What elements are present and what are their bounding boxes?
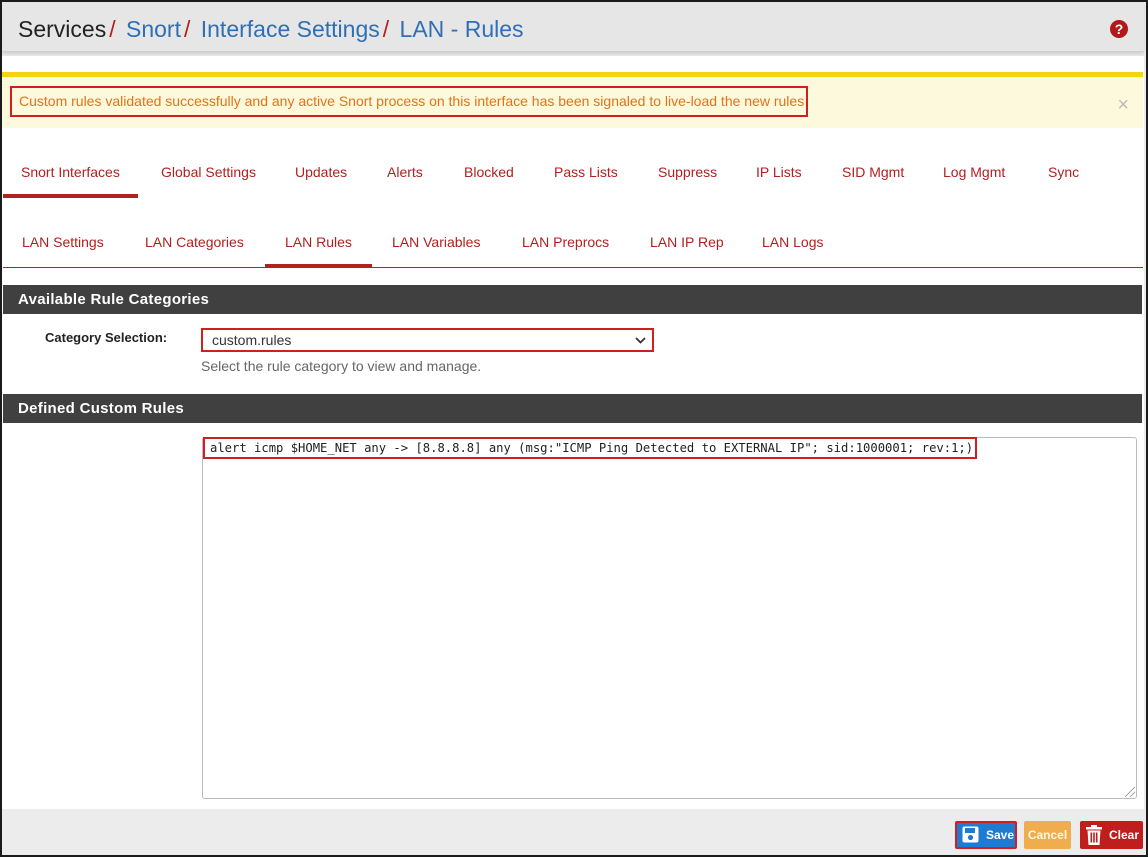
breadcrumb-interface-settings[interactable]: Interface Settings [201, 16, 380, 42]
breadcrumb: Services / Snort / Interface Settings / LAN… [18, 15, 524, 43]
breadcrumb-snort[interactable]: Snort [126, 16, 181, 42]
tab-lan-preprocs[interactable]: LAN Preprocs [504, 220, 627, 268]
tab-lan-categories[interactable]: LAN Categories [127, 220, 262, 268]
tab-lan-rules[interactable]: LAN Rules [265, 220, 372, 268]
trash-icon [1085, 825, 1103, 855]
secondary-tabs: LAN Settings LAN Categories LAN Rules LA… [3, 220, 1143, 268]
tab-ip-lists[interactable]: IP Lists [738, 150, 820, 198]
tab-alerts[interactable]: Alerts [369, 150, 441, 198]
tab-lan-variables[interactable]: LAN Variables [374, 220, 498, 268]
clear-button[interactable]: Clear [1080, 821, 1143, 849]
question-circle-icon[interactable]: ? [1110, 20, 1128, 38]
tab-sync[interactable]: Sync [1030, 150, 1097, 198]
textarea-resize-handle[interactable] [1125, 787, 1135, 797]
tab-lan-ip-rep[interactable]: LAN IP Rep [632, 220, 742, 268]
save-icon [962, 826, 979, 851]
categories-panel-title: Available Rule Categories [3, 285, 1142, 314]
category-selection-label: Category Selection: [45, 330, 168, 345]
tab-lan-logs[interactable]: LAN Logs [744, 220, 841, 268]
tab-lan-settings[interactable]: LAN Settings [4, 220, 122, 268]
breadcrumb-services: Services [18, 16, 107, 42]
category-help-text: Select the rule category to view and man… [201, 358, 482, 374]
cancel-button[interactable]: Cancel [1024, 821, 1071, 849]
tab-suppress[interactable]: Suppress [640, 150, 735, 198]
tab-snort-interfaces[interactable]: Snort Interfaces [3, 150, 138, 198]
primary-tabs: Snort Interfaces Global Settings Updates… [3, 150, 1143, 198]
tab-pass-lists[interactable]: Pass Lists [536, 150, 636, 198]
clear-label: Clear [1109, 828, 1140, 842]
close-icon[interactable]: × [1117, 95, 1129, 115]
tab-blocked[interactable]: Blocked [446, 150, 532, 198]
custom-rules-textarea[interactable] [202, 437, 1137, 799]
breadcrumb-lan-rules[interactable]: LAN - Rules [400, 16, 524, 42]
tab-updates[interactable]: Updates [277, 150, 365, 198]
save-label: Save [986, 828, 1015, 842]
tab-sid-mgmt[interactable]: SID Mgmt [824, 150, 922, 198]
breadcrumb-separator: / [183, 16, 191, 42]
category-select-value: custom.rules [212, 332, 292, 348]
save-button[interactable]: Save [955, 821, 1017, 849]
custom-rule-line[interactable]: alert icmp $HOME_NET any -> [8.8.8.8] an… [203, 437, 978, 459]
breadcrumb-separator: / [382, 16, 390, 42]
success-alert: Custom rules validated successfully and … [2, 72, 1143, 128]
tab-log-mgmt[interactable]: Log Mgmt [925, 150, 1023, 198]
chevron-down-icon [635, 330, 646, 356]
custom-rules-panel-title: Defined Custom Rules [3, 394, 1142, 423]
breadcrumb-separator: / [109, 16, 116, 42]
tab-global-settings[interactable]: Global Settings [143, 150, 274, 198]
alert-message: Custom rules validated successfully and … [10, 86, 809, 117]
category-select[interactable]: custom.rules [201, 328, 654, 352]
page-header: Services / Snort / Interface Settings / LAN… [2, 2, 1144, 52]
